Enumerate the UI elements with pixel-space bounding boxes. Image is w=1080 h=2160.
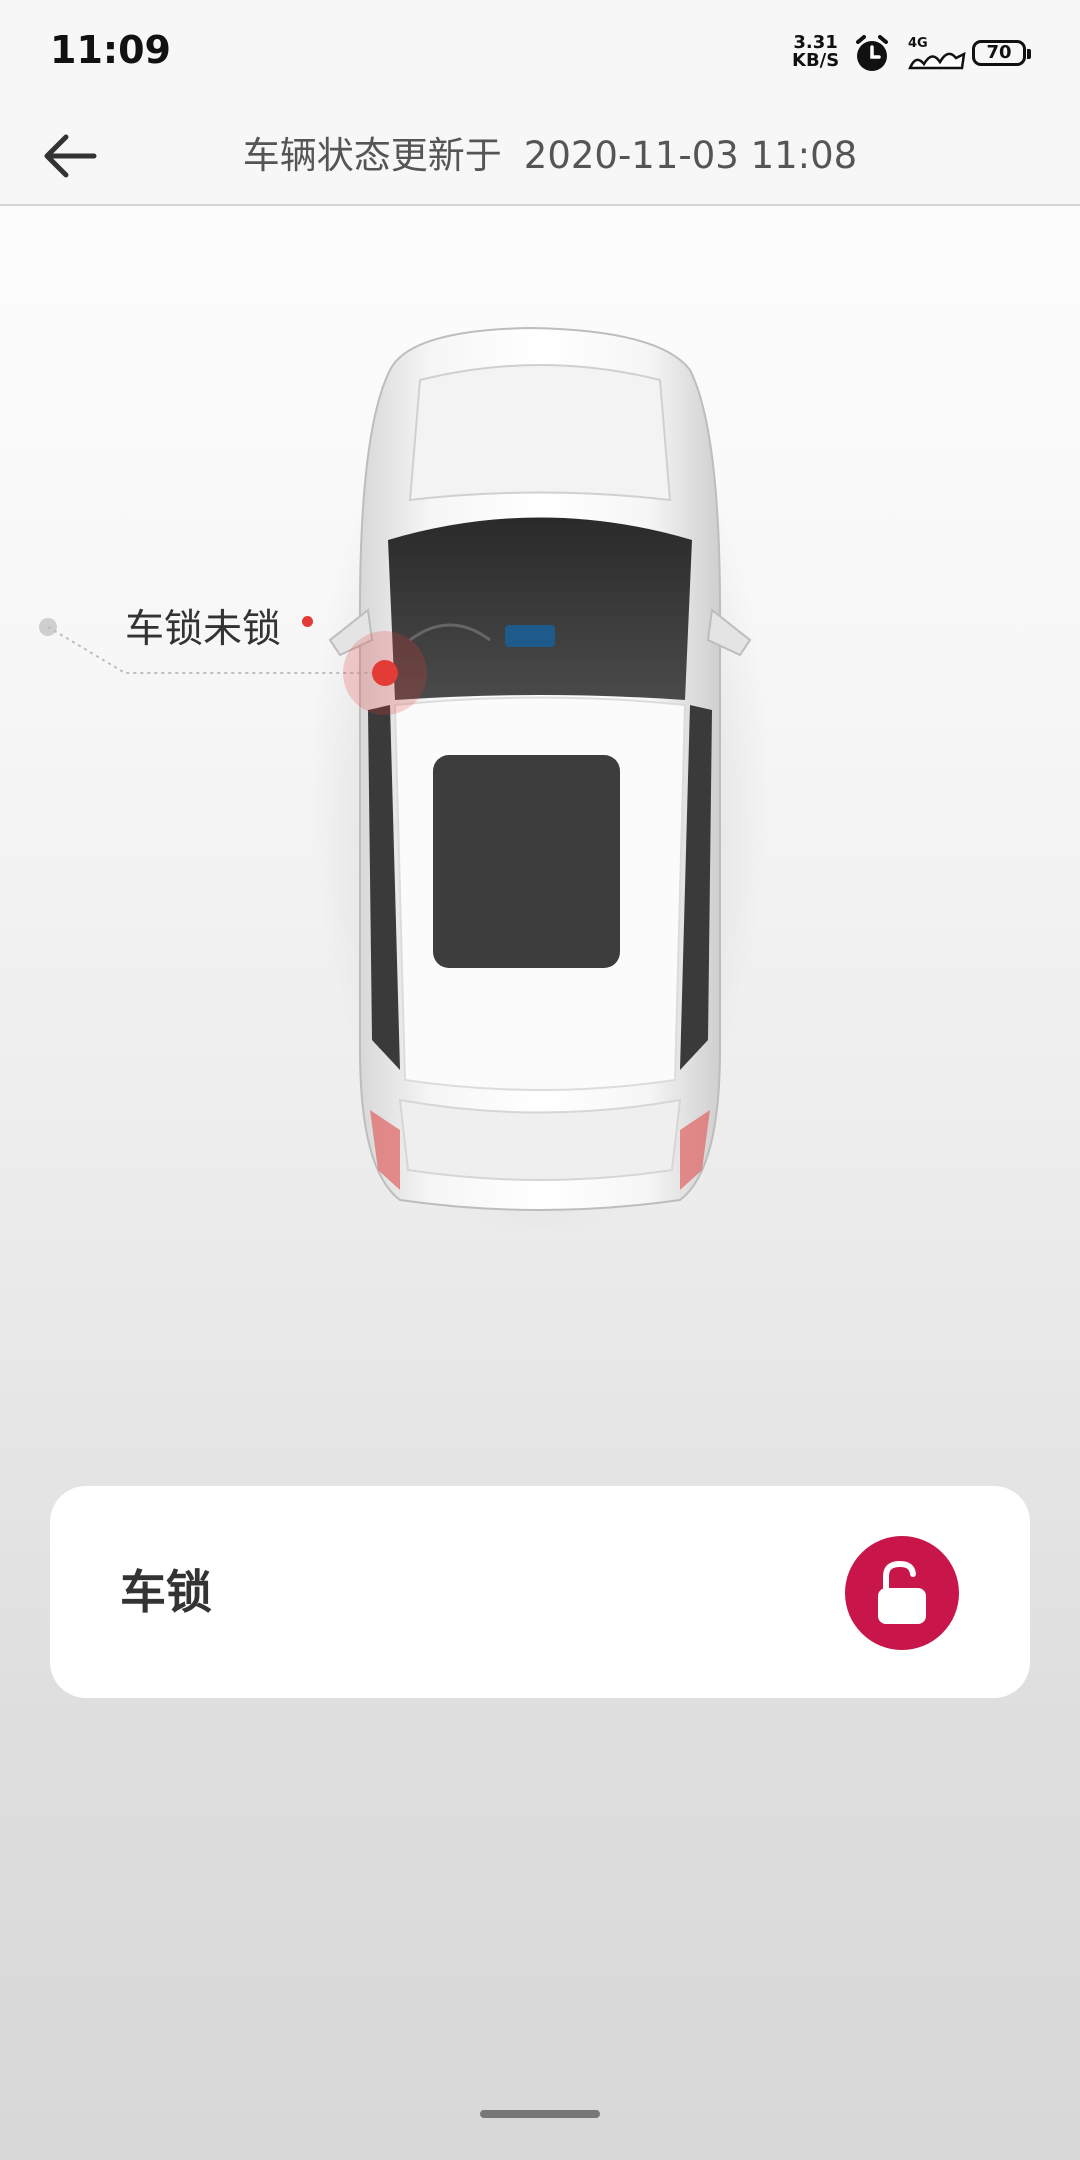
- home-indicator[interactable]: [480, 2110, 600, 2118]
- lock-card-label: 车锁: [120, 1565, 212, 1619]
- lock-card: 车锁: [50, 1486, 1030, 1698]
- battery-indicator: 70: [972, 40, 1031, 66]
- lock-toggle-button[interactable]: [845, 1536, 959, 1650]
- page-title-prefix: 车辆状态更新于: [242, 134, 502, 177]
- update-timestamp: 2020-11-03 11:08: [523, 134, 858, 177]
- net-speed: 3.31 KB/S: [792, 34, 839, 70]
- network-type: 4G: [908, 36, 928, 51]
- status-time: 11:09: [50, 28, 171, 72]
- status-bar: 11:09 3.31 KB/S 4G 70: [0, 0, 1080, 108]
- lock-status-dot: [302, 616, 313, 627]
- net-speed-unit: KB/S: [792, 50, 840, 71]
- unlocked-padlock-icon: [878, 1560, 926, 1624]
- lock-status-label: 车锁未锁: [125, 607, 282, 652]
- app-bar: 车辆状态更新于 2020-11-03 11:08: [0, 108, 1080, 206]
- car-top-view-image: [310, 320, 770, 1230]
- page-title: 车辆状态更新于 2020-11-03 11:08: [0, 108, 1080, 204]
- signal-icon: 4G: [906, 34, 968, 74]
- alarm-icon: [856, 35, 888, 71]
